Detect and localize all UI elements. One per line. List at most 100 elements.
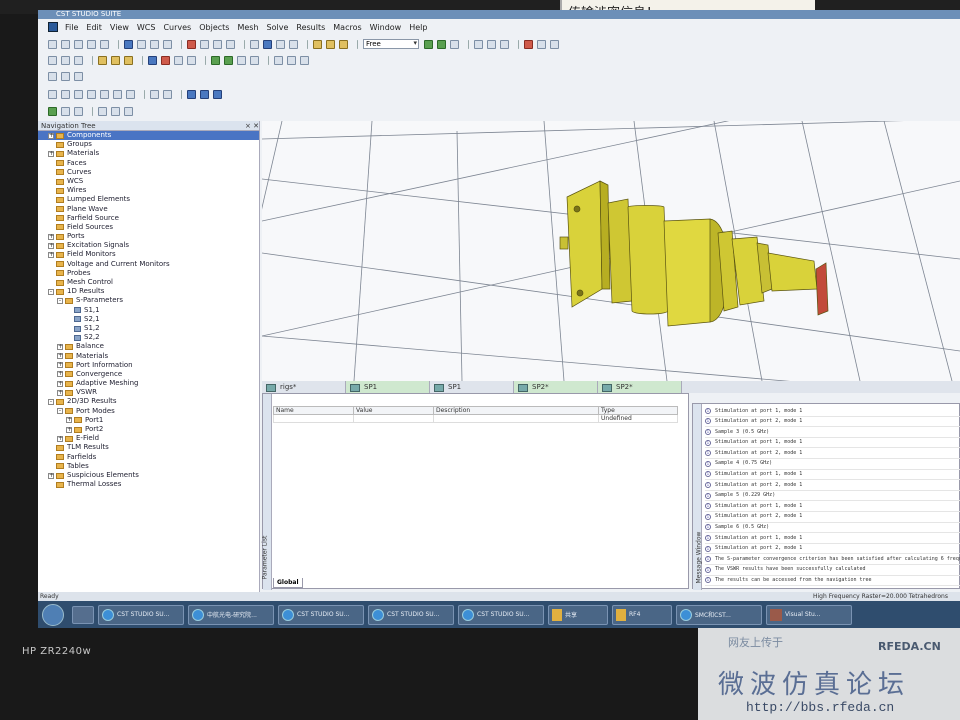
probe-icon[interactable]	[224, 55, 233, 65]
tree-item[interactable]: TLM Results	[38, 443, 259, 452]
tree-item[interactable]: + VSWR	[38, 388, 259, 397]
circle-icon[interactable]	[74, 89, 83, 99]
collapse-icon[interactable]: -	[57, 297, 63, 304]
field-icon[interactable]	[237, 55, 246, 65]
taskbar-button[interactable]: 中航光电-研究院...	[188, 604, 274, 625]
monitor-icon[interactable]	[211, 55, 220, 65]
tree-item[interactable]: WCS	[38, 177, 259, 186]
measure-icon[interactable]	[300, 55, 309, 65]
media-player-icon[interactable]	[72, 605, 94, 624]
column-header-value[interactable]: Value	[353, 406, 434, 415]
axes-icon[interactable]	[289, 39, 298, 49]
message-row[interactable]: i Stimulation at port 2, mode 1	[705, 480, 960, 491]
tab-sp1-active[interactable]: SP1	[346, 381, 430, 393]
tree-item[interactable]: S1,2	[38, 324, 259, 333]
tree-item[interactable]: Field Sources	[38, 223, 259, 232]
animate-icon[interactable]	[500, 39, 509, 49]
menu-objects[interactable]: Objects	[195, 23, 233, 32]
curve-offset-icon[interactable]	[163, 89, 172, 99]
message-row[interactable]: i Stimulation at port 2, mode 1	[705, 544, 960, 555]
expand-icon[interactable]: +	[48, 233, 54, 240]
message-row[interactable]: i Stimulation at port 2, mode 1	[705, 512, 960, 523]
expand-icon[interactable]: +	[57, 380, 63, 387]
tab-sp1[interactable]: SP1	[430, 381, 514, 393]
expand-icon[interactable]: +	[57, 389, 63, 396]
cut-icon[interactable]	[137, 39, 146, 49]
polyline-icon[interactable]	[61, 89, 70, 99]
boolean-add-icon[interactable]	[111, 55, 120, 65]
shape-2-icon[interactable]	[61, 106, 70, 116]
shape-3-icon[interactable]	[74, 106, 83, 116]
save-icon[interactable]	[74, 39, 83, 49]
redo-icon[interactable]	[100, 39, 109, 49]
view-mode-select[interactable]: Free	[363, 39, 419, 49]
expand-icon[interactable]: +	[48, 252, 54, 259]
message-row[interactable]: i Stimulation at port 2, mode 1	[705, 417, 960, 428]
expand-icon[interactable]: +	[57, 343, 63, 350]
wireframe-icon[interactable]	[250, 39, 259, 49]
shape-icon[interactable]	[48, 106, 57, 116]
plot-icon[interactable]	[487, 39, 496, 49]
menu-window[interactable]: Window	[366, 23, 406, 32]
tree-item[interactable]: + Materials	[38, 149, 259, 158]
tab-rigs[interactable]: rigs*	[262, 381, 346, 393]
message-row[interactable]: i Stimulation at port 1, mode 1	[705, 406, 960, 417]
column-header-name[interactable]: Name	[273, 406, 354, 415]
message-row[interactable]: i Stimulation at port 1, mode 1	[705, 501, 960, 512]
pick-edge-icon[interactable]	[61, 71, 70, 81]
tree-item[interactable]: Lumped Elements	[38, 195, 259, 204]
cut-plane-icon[interactable]	[98, 106, 107, 116]
expand-icon[interactable]: +	[57, 362, 63, 369]
taskbar-button[interactable]: SMC和CST...	[676, 604, 762, 625]
extrude-icon[interactable]	[98, 55, 107, 65]
help-icon[interactable]	[550, 39, 559, 49]
taskbar-button[interactable]: RF4	[612, 604, 672, 625]
tree-item[interactable]: + E-Field	[38, 434, 259, 443]
tree-item[interactable]: Faces	[38, 159, 259, 168]
solver-icon[interactable]	[437, 39, 446, 49]
collapse-icon[interactable]: -	[48, 399, 54, 406]
tree-item[interactable]: + Adaptive Meshing	[38, 379, 259, 388]
line-icon[interactable]	[48, 89, 57, 99]
message-row[interactable]: i Stimulation at port 1, mode 1	[705, 533, 960, 544]
pick-face-icon[interactable]	[74, 71, 83, 81]
menu-results[interactable]: Results	[292, 23, 329, 32]
menu-macros[interactable]: Macros	[329, 23, 365, 32]
expand-icon[interactable]: +	[48, 132, 54, 139]
message-row[interactable]: i Sample 6 (0.5 GHz)	[705, 523, 960, 534]
expand-icon[interactable]: +	[66, 417, 72, 424]
message-row[interactable]: i The results can be accessed from the na…	[705, 576, 960, 587]
tree-item[interactable]: Thermal Losses	[38, 480, 259, 489]
rectangle-icon[interactable]	[100, 89, 109, 99]
menu-mesh[interactable]: Mesh	[233, 23, 262, 32]
expand-icon[interactable]: +	[48, 242, 54, 249]
taskbar-button[interactable]: 共享	[548, 604, 608, 625]
tree-item[interactable]: Tables	[38, 462, 259, 471]
history-icon[interactable]	[287, 55, 296, 65]
tree-item[interactable]: + Excitation Signals	[38, 241, 259, 250]
collapse-icon[interactable]: -	[48, 288, 54, 295]
cell-description[interactable]	[433, 414, 599, 423]
mesh-view-icon[interactable]	[450, 39, 459, 49]
taskbar-button[interactable]: CST STUDIO SU...	[458, 604, 544, 625]
column-header-type[interactable]: Type	[598, 406, 678, 415]
zoom-icon[interactable]	[187, 39, 196, 49]
spline-icon[interactable]	[126, 89, 135, 99]
message-row[interactable]: i Stimulation at port 2, mode 1	[705, 448, 960, 459]
tree-item[interactable]: + Suspicious Elements	[38, 471, 259, 480]
message-row[interactable]: i Sample 5 (0.229 GHz)	[705, 491, 960, 502]
tree-item[interactable]: S1,1	[38, 306, 259, 315]
message-row[interactable]: i Stimulation at port 1, mode 1	[705, 438, 960, 449]
tree-item[interactable]: + Port Information	[38, 361, 259, 370]
align-wcs-icon[interactable]	[61, 55, 70, 65]
tree-item[interactable]: + Ports	[38, 232, 259, 241]
view-top-icon[interactable]	[200, 89, 209, 99]
tab-sp2-second[interactable]: SP2*	[598, 381, 682, 393]
macro-icon[interactable]	[537, 39, 546, 49]
tree-item[interactable]: S2,2	[38, 333, 259, 342]
taskbar-button[interactable]: Visual Stu...	[766, 604, 852, 625]
cell-name[interactable]	[273, 414, 354, 423]
boundary-icon[interactable]	[174, 55, 183, 65]
solver-start-icon[interactable]	[424, 39, 433, 49]
coaxial-connector-model[interactable]	[559, 180, 829, 327]
